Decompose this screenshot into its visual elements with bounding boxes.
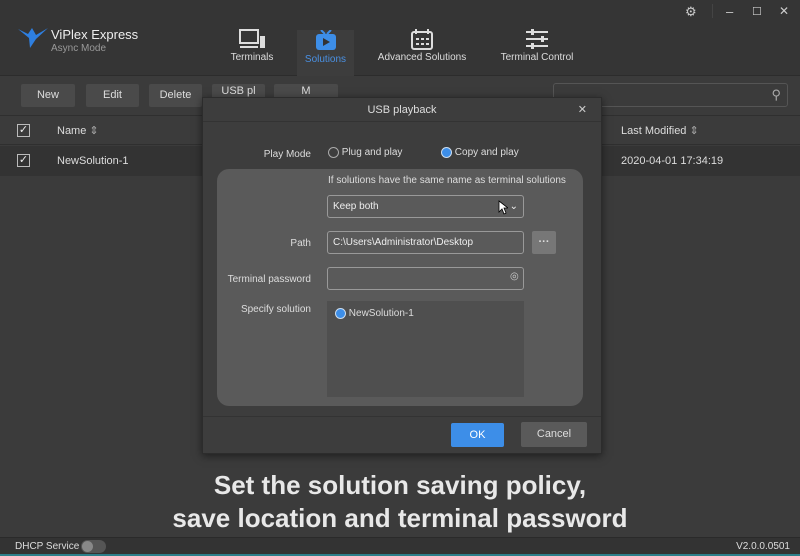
calendar-icon [411, 29, 433, 50]
mouse-cursor-icon [498, 200, 508, 215]
radio-selected-icon [335, 308, 346, 319]
radio-plug-and-play[interactable]: Plug and play [328, 147, 402, 158]
nav-label: Solutions [304, 54, 347, 65]
divider [712, 4, 713, 18]
terminal-password-input[interactable] [327, 267, 524, 290]
version-label: V2.0.0.0501 [736, 541, 790, 552]
path-input[interactable]: C:\Users\Administrator\Desktop [327, 231, 524, 254]
eye-hidden-icon[interactable]: ◎ [510, 271, 519, 282]
nav-label: Advanced Solutions [377, 52, 467, 63]
edit-button[interactable]: Edit [86, 84, 139, 107]
settings-gear-icon[interactable]: ⚙ [685, 4, 697, 20]
select-value: Keep both [333, 201, 379, 212]
search-icon: ⚲ [771, 87, 781, 102]
column-name[interactable]: Name ⇕ [57, 124, 99, 137]
row-checkbox[interactable]: ✓ [17, 154, 30, 167]
solution-name: NewSolution-1 [57, 155, 129, 167]
last-modified: 2020-04-01 17:34:19 [621, 155, 724, 167]
nav-label: Terminals [230, 52, 274, 63]
play-tv-icon [315, 30, 336, 50]
chevron-down-icon: ⌄ [509, 201, 518, 212]
path-label: Path [290, 238, 311, 249]
dhcp-label: DHCP Service [15, 541, 80, 552]
radio-label: Copy and play [454, 147, 519, 159]
nav-terminal-control[interactable]: Terminal Control [496, 28, 578, 63]
app-mode: Async Mode [51, 43, 107, 54]
column-label: Last Modified [621, 125, 687, 137]
nav-advanced-solutions[interactable]: Advanced Solutions [374, 28, 470, 63]
browse-button[interactable]: ··· [532, 231, 556, 254]
radio-copy-and-play[interactable]: Copy and play [441, 147, 519, 158]
status-bar: DHCP Service V2.0.0.0501 [0, 537, 800, 556]
caption-line-1: Set the solution saving policy, [213, 470, 587, 500]
caption-line-2: save location and terminal password [172, 503, 628, 533]
divider [203, 416, 601, 417]
monitor-icon [239, 29, 265, 48]
app-name: ViPlex Express [51, 27, 139, 42]
nav-label: Terminal Control [500, 52, 574, 63]
sort-icon: ⇕ [689, 125, 699, 137]
ok-button[interactable]: OK [451, 423, 504, 447]
minimize-icon[interactable]: – [726, 4, 733, 19]
same-name-label: If solutions have the same name as termi… [328, 175, 566, 186]
dhcp-toggle[interactable] [81, 540, 106, 553]
close-icon[interactable]: ✕ [779, 4, 789, 18]
column-label: Name [57, 125, 87, 137]
solution-option[interactable]: NewSolution-1 [335, 308, 414, 319]
play-mode-label: Play Mode [263, 149, 311, 160]
nav-solutions[interactable]: Solutions [297, 30, 354, 76]
radio-icon [328, 147, 339, 158]
dialog-close-icon[interactable]: ✕ [578, 103, 587, 116]
usb-playback-dialog: USB playback ✕ Play Mode Plug and play C… [202, 97, 602, 454]
dialog-title: USB playback [203, 98, 601, 122]
new-button[interactable]: New [21, 84, 75, 107]
sliders-icon [526, 29, 548, 49]
select-all-checkbox[interactable]: ✓ [17, 124, 30, 137]
solution-label: NewSolution-1 [348, 308, 414, 320]
radio-label: Plug and play [341, 147, 403, 159]
maximize-icon[interactable]: ☐ [752, 5, 762, 18]
terminal-password-label: Terminal password [227, 274, 311, 285]
cancel-button[interactable]: Cancel [521, 422, 587, 447]
delete-button[interactable]: Delete [149, 84, 202, 107]
app-logo [18, 28, 48, 48]
solution-list: NewSolution-1 [327, 301, 524, 397]
radio-selected-icon [441, 147, 452, 158]
sort-icon: ⇕ [89, 125, 99, 137]
column-last-modified[interactable]: Last Modified ⇕ [621, 124, 699, 137]
specify-solution-label: Specify solution [240, 304, 311, 315]
nav-terminals[interactable]: Terminals [222, 28, 282, 63]
same-name-policy-select[interactable]: Keep both ⌄ [327, 195, 524, 218]
